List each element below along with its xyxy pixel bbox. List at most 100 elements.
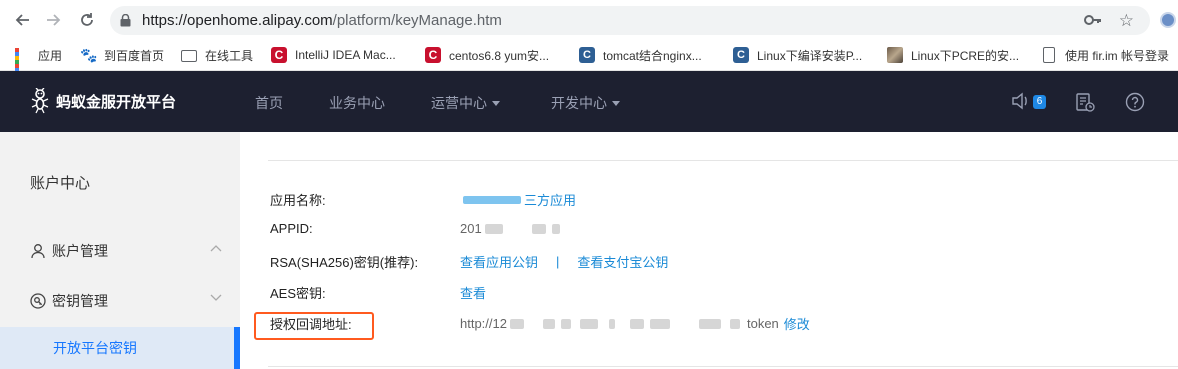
browser-toolbar: https://openhome.alipay.com/platform/key…	[0, 0, 1178, 40]
field-value: 查看	[460, 283, 486, 302]
bookmark-label: 到百度首页	[104, 48, 165, 63]
view-alipay-public-key-link[interactable]: 查看支付宝公钥	[577, 252, 668, 271]
folder-icon	[181, 50, 197, 62]
field-value: 三方应用	[460, 190, 576, 209]
bookmark-label: IntelliJ IDEA Mac...	[295, 48, 396, 62]
nav-item-business[interactable]: 业务中心	[329, 93, 385, 113]
document-clock-icon[interactable]	[1075, 92, 1095, 115]
sidebar-subitem-open-platform-keys[interactable]: 开放平台密钥	[0, 327, 240, 369]
sidebar-title: 账户中心	[30, 175, 91, 192]
redacted-block	[484, 223, 503, 234]
app-name-link[interactable]: 三方应用	[524, 190, 576, 209]
brand-name: 蚂蚁金服开放平台	[56, 93, 177, 111]
callback-url-prefix: http://12	[460, 316, 507, 331]
field-label: RSA(SHA256)密钥(推荐):	[270, 255, 419, 270]
redacted-block	[542, 318, 555, 329]
nav-label: 开发中心	[551, 95, 607, 111]
view-aes-key-link[interactable]: 查看	[460, 283, 486, 302]
sidebar-item-account[interactable]: 账户管理	[0, 227, 240, 275]
bookmarks-bar: 应用 🐾 到百度首页 在线工具 C IntelliJ IDEA Mac... C…	[0, 40, 1178, 84]
help-icon[interactable]	[1125, 92, 1145, 115]
lock-icon	[120, 13, 131, 30]
bookmark-intellij[interactable]: C IntelliJ IDEA Mac...	[271, 46, 396, 64]
red-c-icon: C	[425, 47, 441, 63]
ant-logo-icon	[31, 88, 49, 114]
divider	[268, 366, 1178, 367]
callback-url-suffix: token	[746, 316, 779, 331]
url-text: https://openhome.alipay.com/platform/key…	[142, 12, 502, 29]
forward-arrow-icon[interactable]	[44, 10, 64, 30]
field-label: APPID:	[270, 221, 313, 236]
bookmark-baidu[interactable]: 🐾 到百度首页	[80, 46, 164, 64]
redacted-block	[579, 318, 598, 329]
field-label: AES密钥:	[270, 286, 326, 301]
blue-c-icon: C	[579, 47, 595, 63]
user-icon	[31, 244, 45, 259]
apps-grid-icon	[14, 47, 30, 84]
caret-down-icon	[492, 101, 500, 106]
key-icon[interactable]	[1084, 13, 1102, 30]
red-c-icon: C	[271, 47, 287, 63]
field-label: 应用名称:	[270, 193, 326, 208]
sidebar-item-label: 密钥管理	[52, 293, 108, 309]
bookmark-label: 使用 fir.im 帐号登录	[1065, 48, 1169, 63]
address-bar[interactable]: https://openhome.alipay.com/platform/key…	[110, 6, 1150, 35]
bookmark-fir-im[interactable]: 使用 fir.im 帐号登录	[1041, 46, 1169, 64]
sidebar-item-key-management[interactable]: 密钥管理	[0, 277, 240, 325]
redacted-block	[608, 318, 615, 329]
row-appid: APPID: 201	[270, 221, 1170, 241]
nav-label: 首页	[255, 95, 283, 111]
redacted-block	[629, 318, 644, 329]
main-content: 应用名称: 三方应用 APPID: 201 RSA(SHA256)密钥(推荐):…	[240, 132, 1178, 369]
bookmark-linux-pcre[interactable]: Linux下PCRE的安...	[887, 46, 1019, 64]
redacted-block	[531, 223, 546, 234]
chevron-up-icon	[210, 245, 222, 252]
bookmark-linux-compile[interactable]: C Linux下编译安装P...	[733, 46, 862, 64]
nav-label: 业务中心	[329, 95, 385, 111]
url-host: https://openhome.alipay.com	[142, 12, 333, 29]
star-icon[interactable]: ☆	[1119, 11, 1134, 31]
caret-down-icon	[612, 101, 620, 106]
row-app-name: 应用名称: 三方应用	[270, 190, 1170, 210]
top-navigation: 蚂蚁金服开放平台 首页 业务中心 运营中心 开发中心	[0, 71, 1178, 132]
bookmark-apps[interactable]: 应用	[14, 46, 63, 84]
bookmark-tomcat[interactable]: C tomcat结合nginx...	[579, 46, 702, 64]
redacted-block	[649, 318, 670, 329]
blue-c-icon: C	[733, 47, 749, 63]
bookmark-centos[interactable]: C centos6.8 yum安...	[425, 46, 549, 64]
field-value: 查看应用公钥 | 查看支付宝公钥	[460, 252, 668, 271]
brand-logo[interactable]: 蚂蚁金服开放平台	[30, 88, 176, 114]
redacted-block	[729, 318, 740, 329]
row-callback-url: 授权回调地址: http://12 token 修改	[270, 314, 1170, 334]
appid-prefix: 201	[460, 221, 482, 236]
nav-item-home[interactable]: 首页	[255, 93, 283, 113]
view-app-public-key-link[interactable]: 查看应用公钥	[460, 252, 538, 271]
extension-icon[interactable]	[1160, 12, 1176, 28]
row-rsa: RSA(SHA256)密钥(推荐): 查看应用公钥 | 查看支付宝公钥	[270, 252, 1170, 272]
field-value: http://12 token 修改	[460, 314, 810, 333]
speaker-icon[interactable]	[1011, 92, 1031, 113]
edit-callback-link[interactable]: 修改	[784, 314, 810, 333]
redacted-block	[698, 318, 721, 329]
bookmark-label: centos6.8 yum安...	[449, 48, 550, 63]
notification-badge: 6	[1033, 95, 1046, 109]
bookmark-label: 应用	[38, 48, 63, 63]
redacted-block	[560, 318, 571, 329]
bookmark-online-tools[interactable]: 在线工具	[181, 46, 253, 64]
back-arrow-icon[interactable]	[12, 10, 32, 30]
row-aes: AES密钥: 查看	[270, 283, 1170, 303]
nav-item-developer[interactable]: 开发中心	[551, 93, 620, 113]
sidebar-item-label: 账户管理	[52, 243, 108, 259]
nav-item-operations[interactable]: 运营中心	[431, 93, 500, 113]
bookmark-label: tomcat结合nginx...	[603, 48, 702, 63]
divider	[268, 160, 1178, 161]
redacted-block	[551, 223, 560, 234]
photo-icon	[887, 47, 903, 63]
chevron-down-icon	[210, 294, 222, 301]
field-value: 201	[460, 221, 563, 236]
sidebar: 账户中心 账户管理 密钥管理 开放平台密钥	[0, 132, 240, 369]
bookmark-label: Linux下PCRE的安...	[911, 48, 1020, 63]
nav-label: 运营中心	[431, 95, 487, 111]
separator: |	[556, 254, 560, 269]
reload-icon[interactable]	[77, 10, 97, 30]
